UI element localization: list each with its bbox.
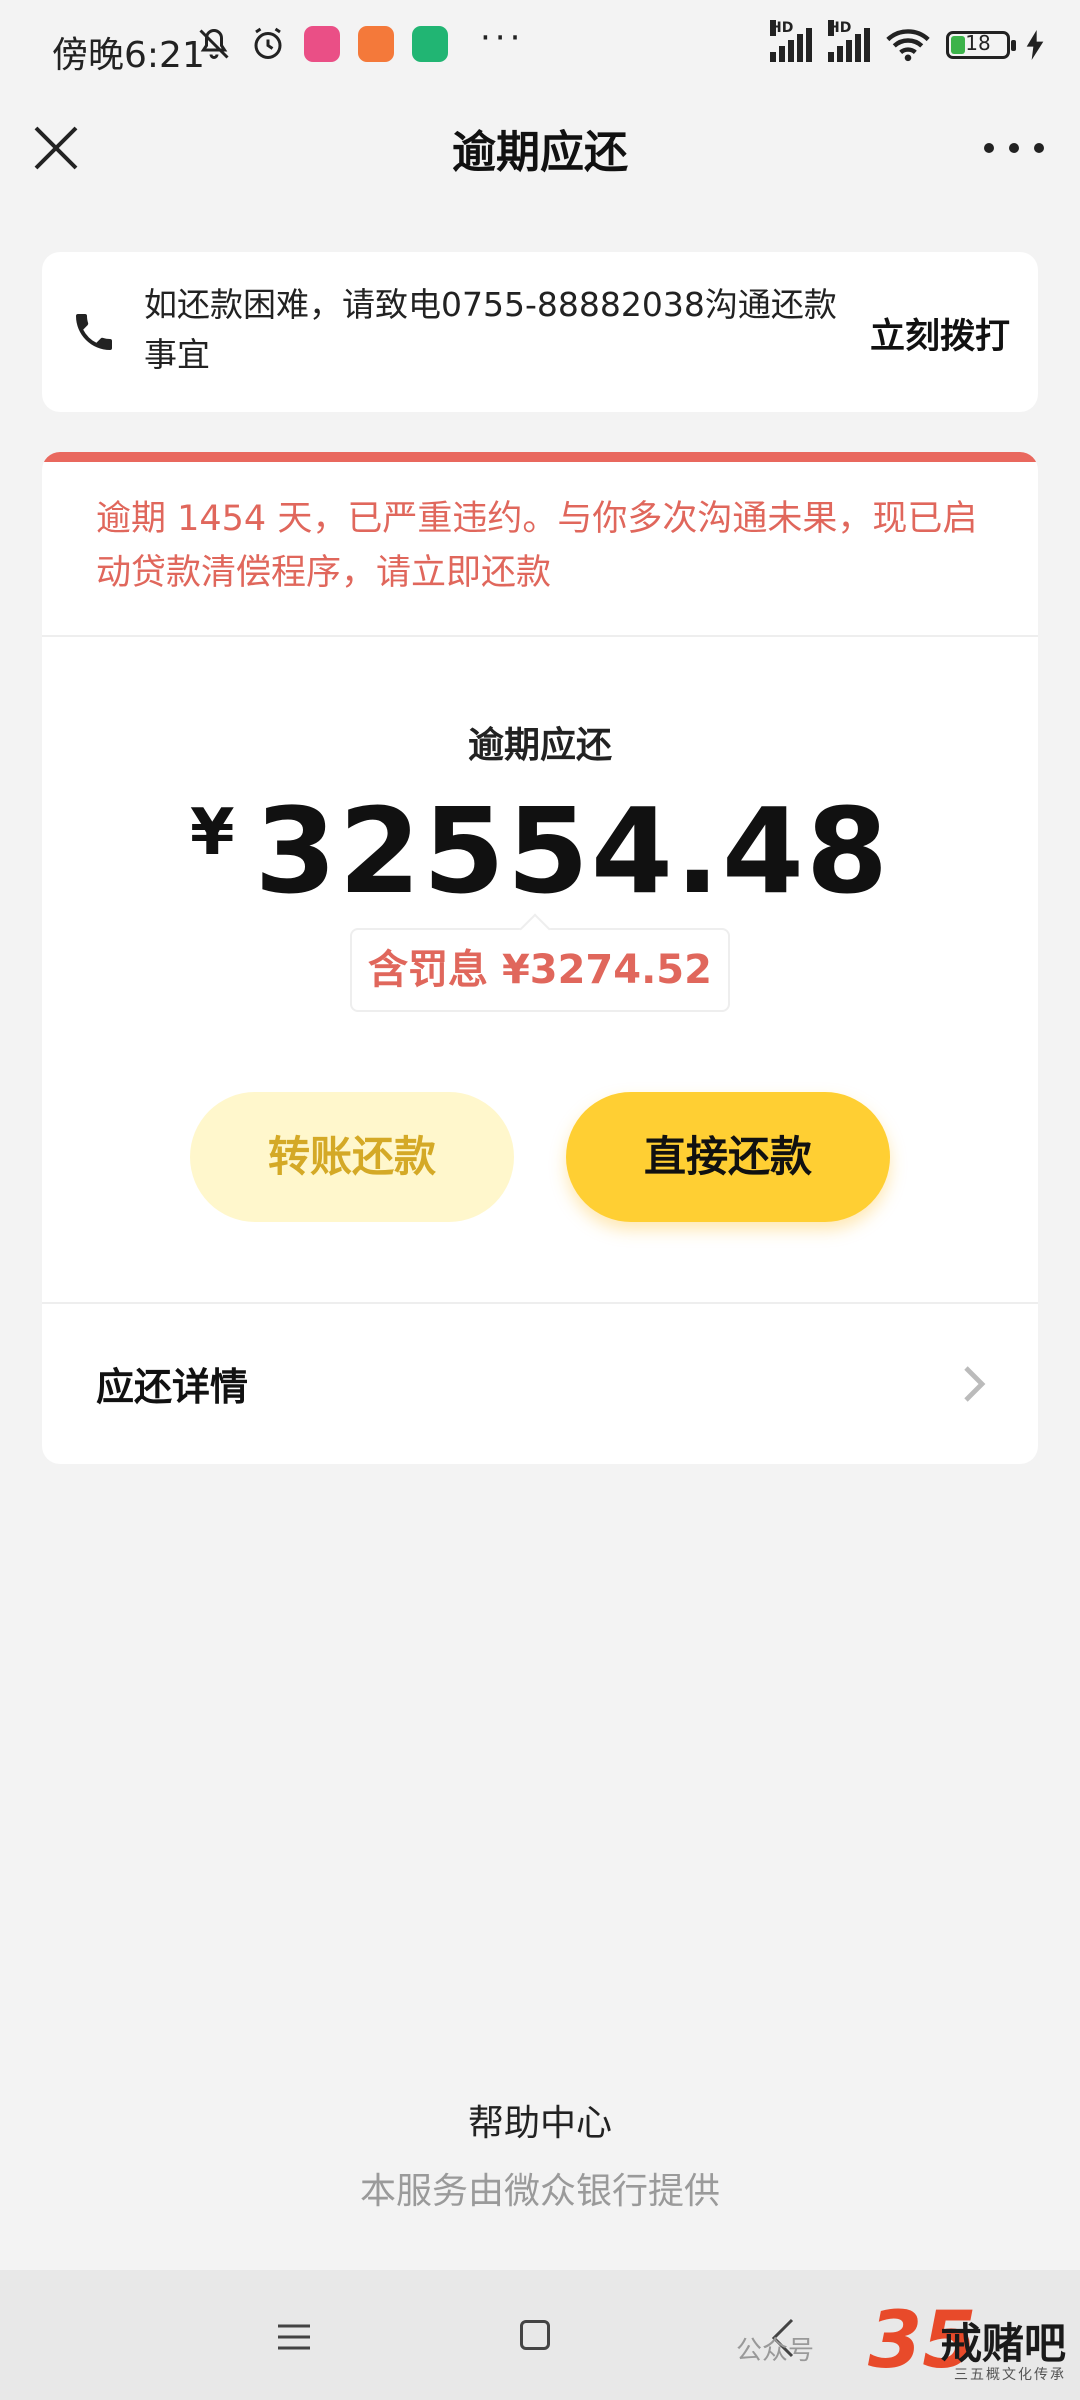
hd-label: HD bbox=[770, 20, 794, 36]
amount-row: ¥32554.48 bbox=[42, 782, 1038, 920]
currency-symbol: ¥ bbox=[189, 796, 235, 870]
signal-2-icon: HD bbox=[828, 20, 870, 62]
provider-text: 本服务由微众银行提供 bbox=[359, 2171, 720, 2212]
app-green-shield-icon bbox=[412, 26, 448, 62]
help-center-link[interactable]: 帮助中心 bbox=[0, 2094, 1080, 2146]
amount-value: 32554.48 bbox=[254, 782, 891, 920]
penalty-interest-badge: 含罚息 ¥3274.52 bbox=[350, 928, 730, 1012]
logo-subtitle: 三五概文化传承 bbox=[954, 2367, 1066, 2383]
warning-top-bar bbox=[42, 452, 1038, 462]
divider bbox=[42, 635, 1038, 637]
contact-notice-card: 如还款困难，请致电0755-88882038沟通还款事宜 立刻拨打 bbox=[42, 252, 1038, 412]
amount-label: 逾期应还 bbox=[467, 725, 612, 766]
phone-icon bbox=[76, 314, 112, 350]
notice-text: 如还款困难，请致电0755-88882038沟通还款事宜 bbox=[144, 285, 837, 374]
hd-label: HD bbox=[828, 20, 852, 36]
system-nav-bar: 公众号 35 戒赌吧 三五概文化传承 bbox=[0, 2270, 1080, 2400]
status-time: 傍晚6:21 bbox=[52, 35, 205, 76]
charging-icon bbox=[1026, 30, 1044, 60]
status-more-icon: ··· bbox=[480, 18, 525, 58]
details-label: 应还详情 bbox=[96, 1365, 249, 1409]
page-title: 逾期应还 bbox=[452, 127, 628, 178]
status-icons-right: HD HD 18 bbox=[770, 20, 1044, 62]
battery-icon: 18 bbox=[946, 31, 1016, 59]
more-options-icon[interactable] bbox=[984, 136, 1044, 160]
signal-1-icon: HD bbox=[770, 20, 812, 62]
watermark-logo: 35 戒赌吧 三五概文化传承 bbox=[868, 2296, 1068, 2390]
status-bar: 傍晚6:21 ··· HD HD 18 bbox=[0, 0, 1080, 96]
repayment-card: 逾期 1454 天，已严重违约。与你多次沟通未果，现已启动贷款清偿程序，请立即还… bbox=[42, 452, 1038, 1464]
menu-icon[interactable] bbox=[276, 2322, 312, 2352]
app-pink-icon bbox=[304, 26, 340, 62]
direct-repay-button[interactable]: 直接还款 bbox=[566, 1092, 890, 1222]
chevron-right-icon bbox=[964, 1366, 986, 1402]
battery-level: 18 bbox=[965, 31, 991, 55]
home-icon[interactable] bbox=[520, 2320, 550, 2350]
repayment-details-row[interactable]: 应还详情 bbox=[42, 1304, 1038, 1464]
alarm-clock-icon bbox=[254, 27, 282, 59]
logo-text: 戒赌吧 bbox=[940, 2319, 1067, 2368]
call-now-button[interactable]: 立刻拨打 bbox=[870, 308, 1010, 359]
status-icons-left: ··· bbox=[196, 18, 524, 62]
app-orange-icon bbox=[358, 26, 394, 62]
watermark-text: 公众号 bbox=[736, 2336, 815, 2366]
wifi-icon bbox=[886, 29, 930, 62]
transfer-repay-button[interactable]: 转账还款 bbox=[190, 1092, 514, 1222]
overdue-warning-text: 逾期 1454 天，已严重违约。与你多次沟通未果，现已启动贷款清偿程序，请立即还… bbox=[96, 499, 978, 593]
bell-off-icon bbox=[199, 28, 229, 59]
nav-bar: 逾期应还 bbox=[0, 96, 1080, 212]
